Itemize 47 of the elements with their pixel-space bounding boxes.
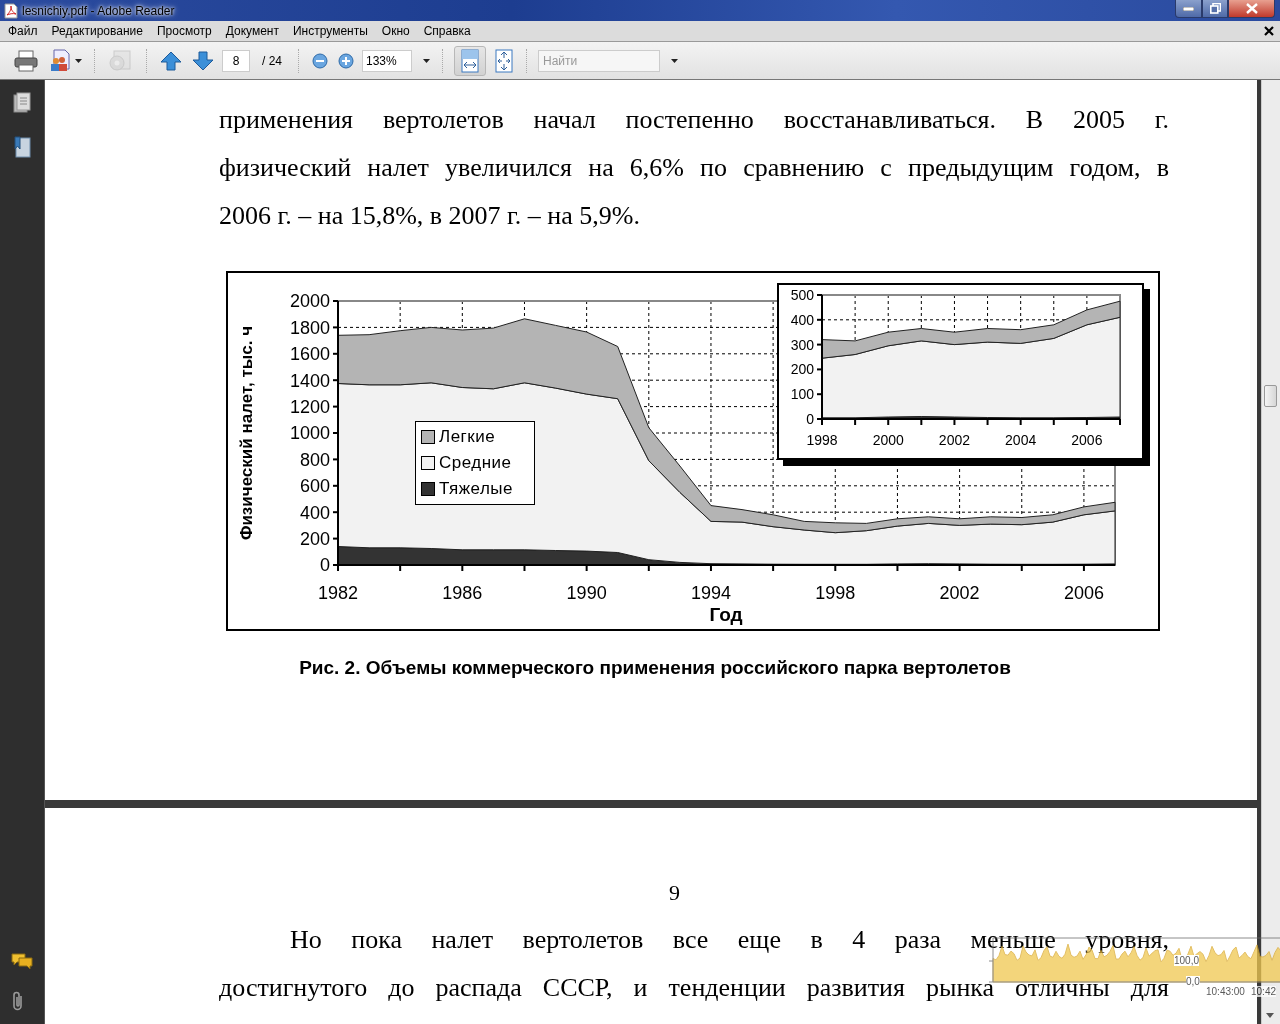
axis-tick-label: 200 [299,529,330,550]
axis-tick-label: 100,0 [1174,955,1200,966]
axis-title: Физический налет, тыс. ч [237,325,256,541]
axis-tick-label: 1800 [289,317,330,338]
page-count: / 24 [262,53,282,68]
legend-label: Легкие [439,427,496,447]
axis-tick-label: 2006 [1071,432,1103,448]
axis-tick-label: 10:43:00 [1206,986,1245,997]
axis-tick-label: 1000 [289,423,330,444]
paragraph-line: физический налет увеличился на 6,6% по сравнению с предыдущим годом, в [219,152,1169,184]
axis-tick-label: 1986 [442,583,483,603]
axis-tick-label: 100 [790,386,814,403]
paragraph-line: достигнутого до распада СССР, и тенденции развития рынка отличны для [219,972,1169,1004]
axis-tick-label: 600 [299,476,330,497]
window-title: lesnichiy.pdf - Adobe Reader [22,3,175,18]
axis-tick-label: 200 [790,361,814,378]
axis-tick-label: 2004 [1005,432,1037,448]
axis-tick-label: 1200 [289,397,330,418]
axis-tick-label: 1400 [289,370,330,391]
axis-tick-label: 1982 [318,583,358,603]
axis-tick-label: 1990 [566,583,607,603]
axis-tick-label: 0,0 [1186,976,1200,987]
axis-tick-label: 300 [790,336,814,353]
axis-tick-label: 800 [299,449,330,470]
axis-tick-label: 400 [299,502,330,523]
axis-tick-label: 2000 [872,432,904,448]
axis-tick-label: 1994 [690,583,731,603]
figure-caption: Рис. 2. Объемы коммерческого применения российского парка вертолетов [298,657,1012,679]
paragraph-line: Но пока налет вертолетов все еще в 4 раза меньше уровня, [289,924,1169,956]
page-number: 9 [668,880,681,906]
paragraph-line: 2006 г. – на 15,8%, в 2007 г. – на 5,9%. [219,200,641,232]
axis-tick-label: 2006 [1063,583,1104,603]
axis-tick-label: 1998 [806,432,838,448]
axis-title: Год [709,604,743,625]
axis-tick-label: 0 [806,411,814,428]
axis-tick-label: 2002 [938,432,970,448]
legend-label: Тяжелые [439,479,513,499]
axis-tick-label: 2002 [939,583,980,603]
axis-tick-label: 500 [790,287,814,304]
paragraph-line: применения вертолетов начал постепенно восстанавливаться. В 2005 г. [219,104,1169,136]
axis-tick-label: 0 [320,555,330,576]
axis-tick-label: 1998 [815,583,856,603]
axis-tick-label: 1600 [289,344,330,365]
axis-tick-label: 400 [790,311,814,328]
legend-label: Средние [439,453,512,473]
axis-tick-label: 2000 [289,291,330,312]
axis-tick-label: 10:42 [1251,986,1277,997]
